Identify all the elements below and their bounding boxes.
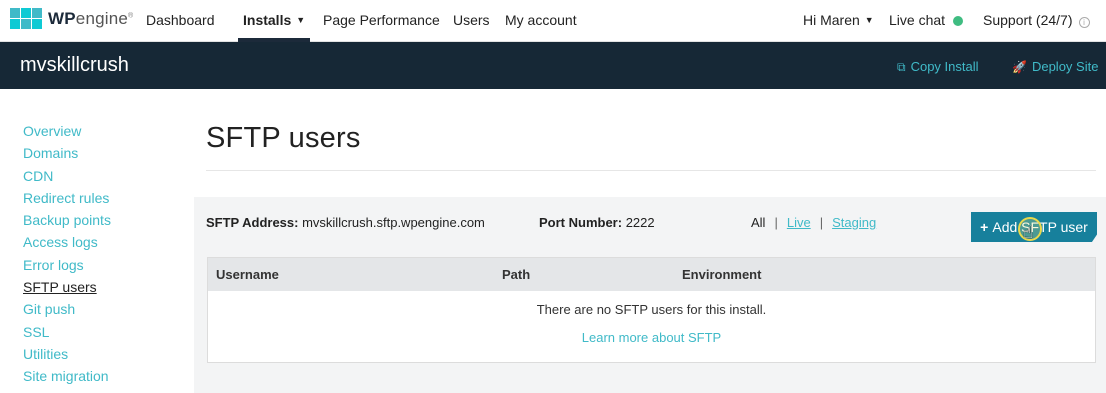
sftp-address-value: mvskillcrush.sftp.wpengine.com <box>302 215 485 230</box>
top-navigation: WPengine® Dashboard Installs ▼ Page Perfo… <box>0 0 1106 42</box>
nav-users[interactable]: Users <box>453 12 490 28</box>
nav-installs[interactable]: Installs ▼ <box>243 12 305 28</box>
divider <box>206 170 1096 171</box>
sidebar-item-git-push[interactable]: Git push <box>23 298 153 320</box>
sidebar-item-cdn[interactable]: CDN <box>23 165 153 187</box>
sidebar-item-domains[interactable]: Domains <box>23 142 153 164</box>
nav-dashboard[interactable]: Dashboard <box>146 12 215 28</box>
wpengine-logo-icon <box>10 8 42 29</box>
sftp-address: SFTP Address: mvskillcrush.sftp.wpengine… <box>206 215 485 230</box>
sidebar-item-utilities[interactable]: Utilities <box>23 343 153 365</box>
empty-state-message: There are no SFTP users for this install… <box>536 302 767 317</box>
sftp-address-label: SFTP Address: <box>206 215 299 230</box>
filter-separator: | <box>774 215 778 230</box>
rocket-icon: 🚀 <box>1012 60 1027 74</box>
column-environment: Environment <box>682 267 762 282</box>
sidebar-item-overview[interactable]: Overview <box>23 120 153 142</box>
sftp-users-table: Username Path Environment There are no S… <box>207 257 1096 363</box>
live-chat-label: Live chat <box>889 12 946 28</box>
support-label: Support (24/7) <box>983 12 1073 28</box>
filter-all[interactable]: All <box>751 215 765 230</box>
wpengine-logo[interactable]: WPengine® <box>10 8 133 29</box>
page-title: SFTP users <box>206 122 361 154</box>
sidebar-item-redirect-rules[interactable]: Redirect rules <box>23 187 153 209</box>
environment-filter: All | Live | Staging <box>751 215 876 230</box>
sidebar-item-sftp-users[interactable]: SFTP users <box>23 276 153 298</box>
user-menu-label: Hi Maren <box>803 12 860 28</box>
info-icon: i <box>1078 17 1090 28</box>
sidebar-item-error-logs[interactable]: Error logs <box>23 254 153 276</box>
chevron-down-icon: ▼ <box>864 15 874 25</box>
column-username: Username <box>216 267 279 282</box>
install-name: mvskillcrush <box>20 54 129 76</box>
nav-page-performance[interactable]: Page Performance <box>323 12 440 28</box>
copy-icon: ⧉ <box>897 60 906 74</box>
sidebar-item-ssl[interactable]: SSL <box>23 321 153 343</box>
filter-staging[interactable]: Staging <box>832 215 876 230</box>
live-chat-link[interactable]: Live chat <box>889 12 964 28</box>
chevron-down-icon: ▼ <box>296 15 306 25</box>
user-menu[interactable]: Hi Maren ▼ <box>803 12 874 28</box>
table-header: Username Path Environment <box>208 258 1095 291</box>
learn-more-sftp-link[interactable]: Learn more about SFTP <box>208 330 1095 345</box>
sidebar-item-access-logs[interactable]: Access logs <box>23 231 153 253</box>
install-header-bar: mvskillcrush ⧉ Copy Install 🚀 Deploy Site <box>0 42 1106 89</box>
logo-wordmark: WPengine® <box>48 8 134 28</box>
column-path: Path <box>502 267 531 282</box>
port-label: Port Number: <box>539 215 623 230</box>
plus-icon: + <box>980 219 989 235</box>
copy-install-button[interactable]: ⧉ Copy Install <box>897 59 979 75</box>
support-link[interactable]: Support (24/7) i <box>983 12 1090 28</box>
nav-installs-label: Installs <box>243 12 292 28</box>
nav-my-account[interactable]: My account <box>505 12 577 28</box>
install-sidebar: Overview Domains CDN Redirect rules Back… <box>23 120 153 388</box>
copy-install-label: Copy Install <box>910 59 979 74</box>
sidebar-item-backup-points[interactable]: Backup points <box>23 209 153 231</box>
deploy-site-button[interactable]: 🚀 Deploy Site <box>1012 59 1098 74</box>
port-number: Port Number: 2222 <box>539 215 655 230</box>
filter-live[interactable]: Live <box>787 215 811 230</box>
deploy-site-label: Deploy Site <box>1031 59 1099 74</box>
port-value: 2222 <box>625 215 655 230</box>
hand-cursor-icon: ☝ <box>1023 223 1034 242</box>
filter-separator: | <box>819 215 824 230</box>
online-status-icon <box>953 16 964 26</box>
sidebar-item-site-migration[interactable]: Site migration <box>23 365 153 387</box>
